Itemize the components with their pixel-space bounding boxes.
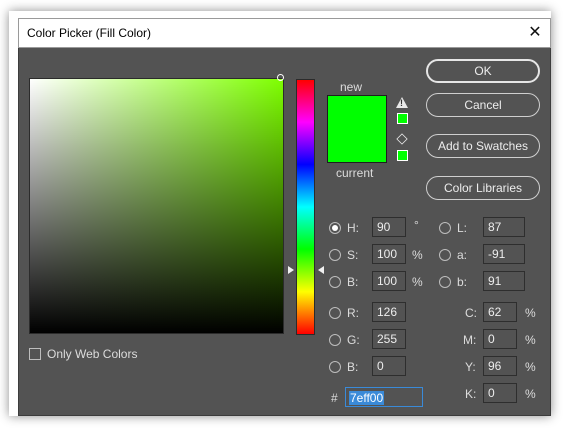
window-title: Color Picker (Fill Color) [27, 26, 152, 40]
hue-input[interactable]: 90 [372, 217, 406, 237]
hue-unit: ° [414, 218, 419, 232]
black-unit: % [525, 387, 536, 401]
new-color-label: new [340, 80, 363, 94]
only-web-colors-label[interactable]: Only Web Colors [47, 347, 137, 361]
title-bar[interactable]: Color Picker (Fill Color) ✕ [18, 18, 551, 48]
brightness-unit: % [412, 275, 423, 289]
lab-a-radio[interactable] [439, 249, 451, 261]
saturation-radio[interactable] [329, 249, 341, 261]
brightness-radio[interactable] [329, 276, 341, 288]
hue-slider[interactable] [296, 79, 315, 335]
close-button[interactable]: ✕ [520, 19, 550, 47]
saturation-label: S: [347, 248, 359, 262]
lab-l-radio[interactable] [439, 222, 451, 234]
blue-radio[interactable] [329, 361, 341, 373]
green-input[interactable]: 255 [372, 329, 406, 349]
black-label: K: [465, 387, 477, 401]
cyan-unit: % [525, 306, 536, 320]
red-input[interactable]: 126 [372, 302, 406, 322]
hex-value: 7eff00 [349, 391, 385, 405]
brightness-label: B: [347, 275, 359, 289]
cyan-input[interactable]: 62 [483, 302, 517, 322]
lab-l-input[interactable]: 87 [483, 217, 525, 237]
hex-input[interactable]: 7eff00 [345, 387, 423, 407]
yellow-label: Y: [465, 360, 476, 374]
only-web-colors-checkbox[interactable] [29, 348, 41, 360]
web-safe-swatch[interactable] [397, 150, 408, 161]
current-color-label: current [336, 166, 374, 180]
saturation-brightness-field[interactable] [29, 78, 284, 334]
color-libraries-button[interactable]: Color Libraries [426, 176, 540, 200]
saturation-unit: % [412, 248, 423, 262]
yellow-input[interactable]: 96 [483, 356, 517, 376]
color-field-marker[interactable] [277, 74, 284, 81]
hue-slider-handle-right[interactable] [318, 266, 324, 274]
lab-b-radio[interactable] [439, 276, 451, 288]
green-radio[interactable] [329, 334, 341, 346]
lab-a-label: a: [457, 248, 468, 262]
lab-l-label: L: [457, 221, 468, 235]
black-input[interactable]: 0 [483, 383, 517, 403]
hex-label: # [331, 391, 338, 405]
lab-b-input[interactable]: 91 [483, 271, 525, 291]
saturation-input[interactable]: 100 [372, 244, 406, 264]
red-radio[interactable] [329, 307, 341, 319]
lab-a-input[interactable]: -91 [483, 244, 525, 264]
magenta-label: M: [463, 333, 477, 347]
hue-label: H: [347, 221, 359, 235]
green-label: G: [347, 333, 360, 347]
warning-triangle-icon[interactable] [396, 97, 408, 108]
gamut-warning-swatch[interactable] [397, 113, 408, 124]
blue-input[interactable]: 0 [372, 356, 406, 376]
lab-b-label: b: [457, 275, 468, 289]
blue-label: B: [347, 360, 359, 374]
add-to-swatches-button[interactable]: Add to Swatches [426, 134, 540, 158]
brightness-input[interactable]: 100 [372, 271, 406, 291]
hue-slider-handle-left[interactable] [288, 266, 294, 274]
ok-button[interactable]: OK [426, 59, 540, 83]
red-label: R: [347, 306, 359, 320]
new-current-swatch[interactable] [327, 95, 387, 163]
magenta-unit: % [525, 333, 536, 347]
cancel-button[interactable]: Cancel [426, 93, 540, 117]
magenta-input[interactable]: 0 [483, 329, 517, 349]
cyan-label: C: [465, 306, 477, 320]
yellow-unit: % [525, 360, 536, 374]
hue-radio[interactable] [329, 222, 341, 234]
